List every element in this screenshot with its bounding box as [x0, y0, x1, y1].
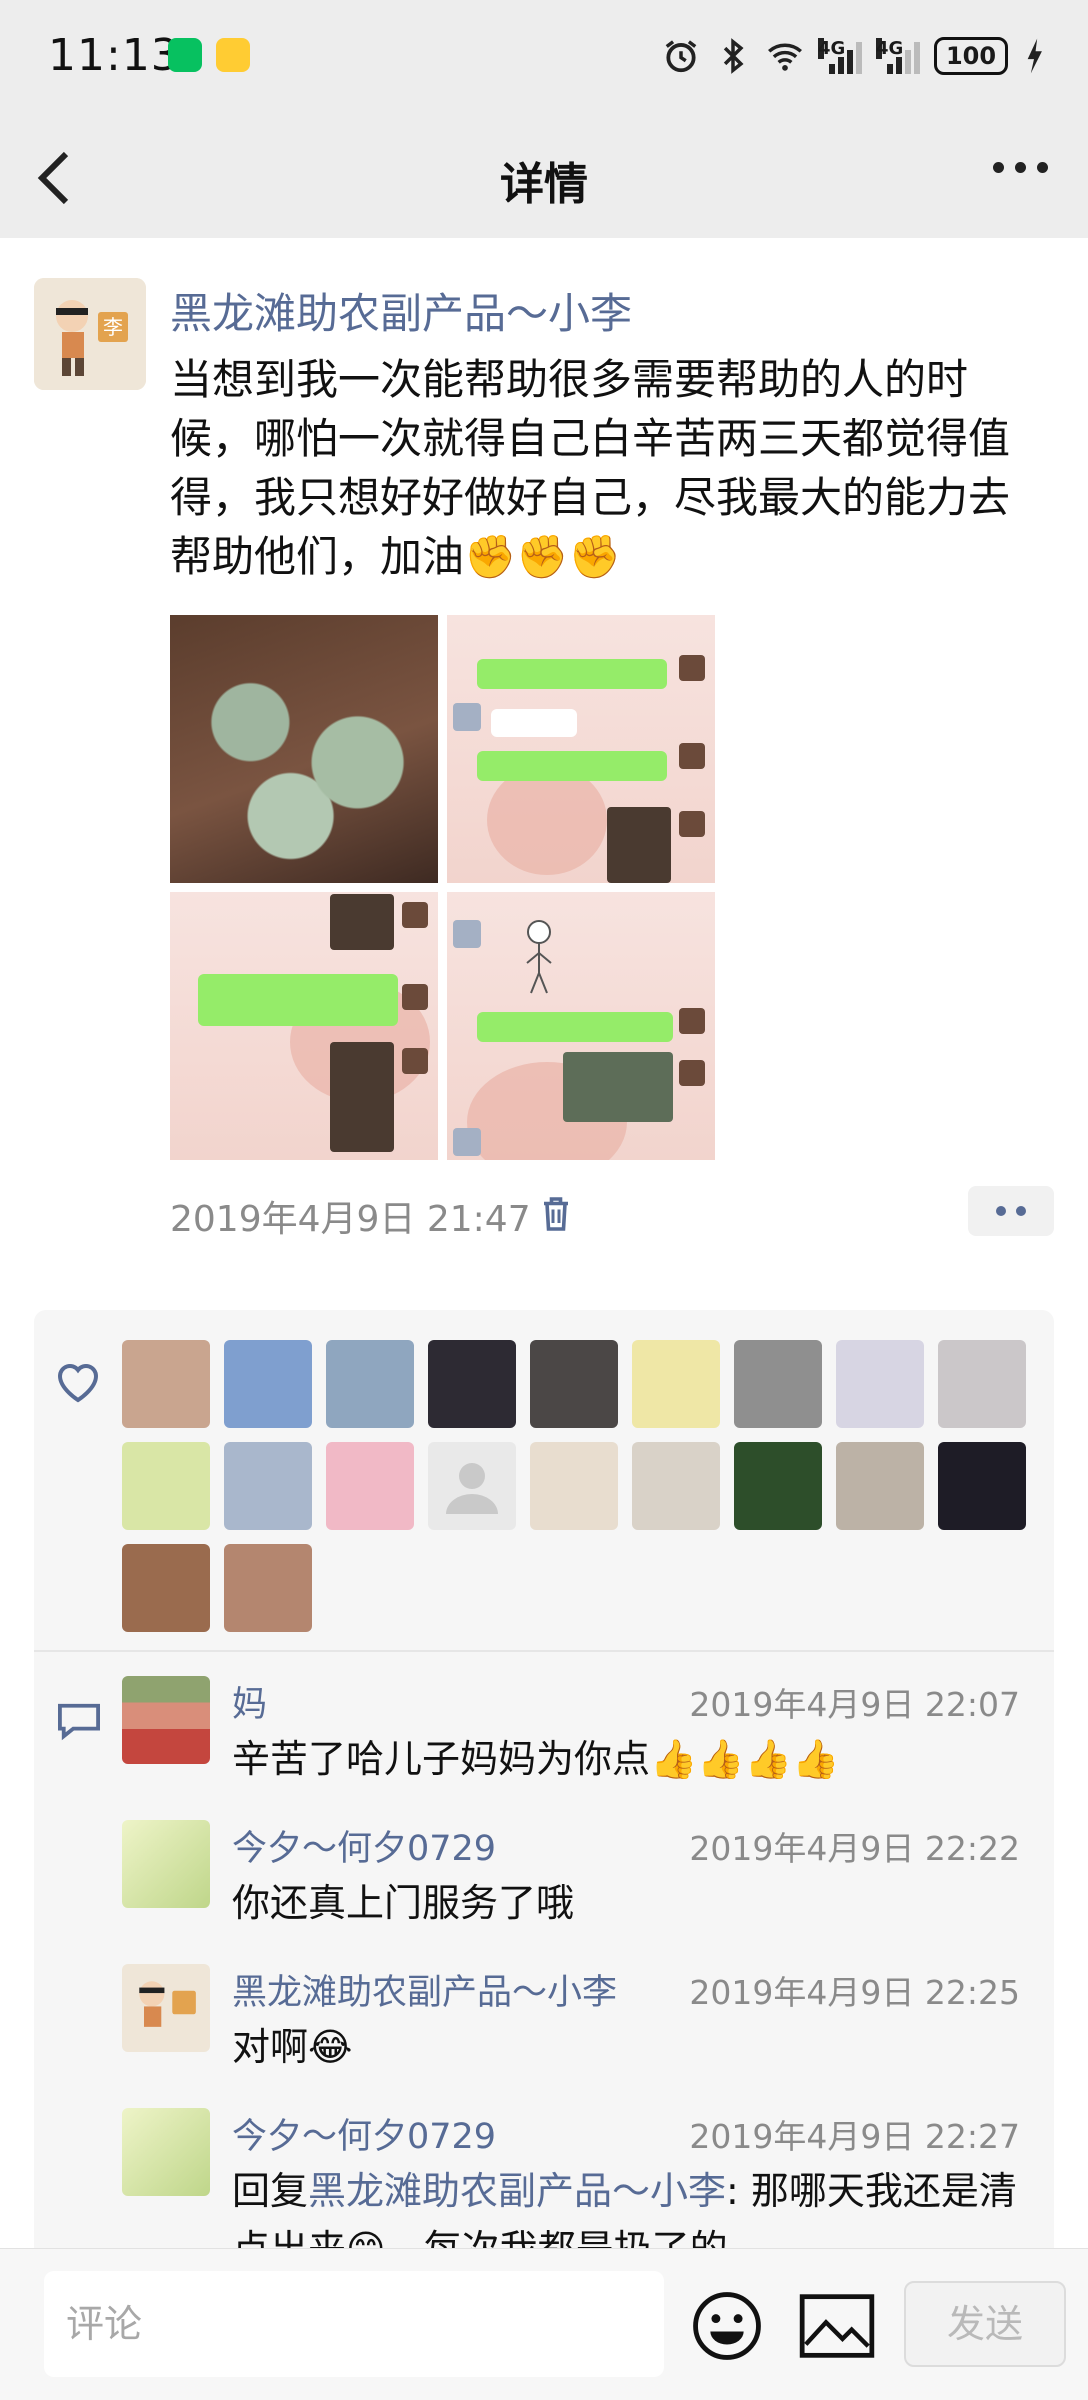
like-avatar[interactable]	[122, 1544, 210, 1632]
wifi-icon	[768, 43, 802, 71]
commenter-avatar[interactable]	[122, 2108, 210, 2196]
post-image-4[interactable]	[447, 892, 715, 1160]
commenter-name[interactable]: 黑龙滩助农副产品～小李	[232, 1964, 617, 2015]
like-avatar[interactable]	[326, 1442, 414, 1530]
trash-icon[interactable]	[540, 1196, 572, 1232]
panel-divider	[34, 1650, 1054, 1652]
weibo-notification-icon	[216, 38, 250, 72]
like-avatar[interactable]	[326, 1340, 414, 1428]
comment-input[interactable]	[44, 2271, 664, 2377]
comment-time: 2019年4月9日 22:27	[689, 2117, 1020, 2156]
commenter-name[interactable]: 今夕～何夕0729	[232, 2108, 496, 2159]
commenter-name[interactable]: 今夕～何夕0729	[232, 1820, 496, 1871]
post-timestamp: 2019年4月9日 21:47	[170, 1199, 531, 1240]
network-type-label-2: 4G	[876, 38, 904, 59]
post-text: 当想到我一次能帮助很多需要帮助的人的时候，哪怕一次就得自己白辛苦两三天都觉得值得…	[170, 355, 1011, 581]
nav-bar: 详情	[0, 118, 1088, 238]
page-title: 详情	[500, 159, 588, 210]
comment-text: 辛苦了哈儿子妈妈为你点👍👍👍👍	[232, 1737, 840, 1781]
post-author-name[interactable]: 黑龙滩助农副产品～小李	[170, 280, 632, 341]
dot-icon	[1016, 1206, 1026, 1216]
comment-item[interactable]: 今夕～何夕0729 2019年4月9日 22:22 你还真上门服务了哦	[122, 1820, 1022, 1925]
image-icon[interactable]	[798, 2293, 876, 2359]
emoji-icon[interactable]	[690, 2289, 764, 2363]
wechat-notification-icon	[168, 38, 202, 72]
post-image-3[interactable]	[170, 892, 438, 1160]
comment-text: 对啊😂	[232, 2025, 353, 2069]
cartoon-boy-avatar-icon	[139, 1981, 196, 2027]
heart-like-icon	[57, 1364, 99, 1403]
like-avatar[interactable]	[734, 1340, 822, 1428]
comment-text: 回复黑龙滩助农副产品～小李: 那哪天我还是清点出来😁，每次我都是扔了的	[232, 2162, 1022, 2248]
comment-time: 2019年4月9日 22:07	[689, 1685, 1020, 1724]
stick-figure-sticker-icon	[526, 920, 552, 994]
svg-text:李: 李	[103, 315, 123, 339]
like-avatar[interactable]	[224, 1442, 312, 1530]
like-avatar[interactable]	[938, 1340, 1026, 1428]
status-bar: 11:13 4G 4G 100	[0, 0, 1088, 118]
like-avatar[interactable]	[428, 1340, 516, 1428]
default-user-icon	[446, 1463, 498, 1514]
battery-indicator: 100	[934, 37, 1008, 75]
charging-icon	[1027, 38, 1042, 74]
comment-time: 2019年4月9日 22:22	[689, 1829, 1020, 1868]
comment-item[interactable]: 黑龙滩助农副产品～小李 2019年4月9日 22:25 对啊😂	[122, 1964, 1022, 2069]
status-time: 11:13	[48, 30, 180, 81]
dot-icon	[993, 162, 1004, 173]
like-avatar[interactable]	[224, 1544, 312, 1632]
like-avatar[interactable]	[632, 1442, 720, 1530]
post-image-grid	[170, 615, 715, 1160]
like-avatar[interactable]	[734, 1442, 822, 1530]
post-actions-button[interactable]	[968, 1186, 1054, 1236]
post-image-2[interactable]	[447, 615, 715, 883]
cellular-signal-icon: 4G	[818, 38, 862, 74]
like-avatar[interactable]	[122, 1340, 210, 1428]
status-icons: 4G 4G 100	[662, 28, 1046, 84]
like-avatar[interactable]	[836, 1340, 924, 1428]
cartoon-boy-avatar-icon: 李	[34, 278, 146, 390]
commenter-avatar[interactable]	[122, 1964, 210, 2052]
comment-time: 2019年4月9日 22:25	[689, 1973, 1020, 2012]
like-avatar[interactable]	[122, 1442, 210, 1530]
like-avatar[interactable]	[632, 1340, 720, 1428]
like-avatar[interactable]	[836, 1442, 924, 1530]
comment-item[interactable]: 妈 2019年4月9日 22:07 辛苦了哈儿子妈妈为你点👍👍👍👍	[122, 1676, 1022, 1781]
comment-text: 你还真上门服务了哦	[232, 1881, 575, 1925]
comment-bubble-icon	[58, 1703, 100, 1741]
reply-prefix: 回复	[232, 2169, 309, 2213]
commenter-avatar[interactable]	[122, 1820, 210, 1908]
dot-icon	[996, 1206, 1006, 1216]
comment-input-bar: 发送	[0, 2248, 1088, 2400]
like-avatar[interactable]	[530, 1442, 618, 1530]
reply-target-name[interactable]: 黑龙滩助农副产品～小李	[308, 2169, 726, 2213]
like-avatar[interactable]	[224, 1340, 312, 1428]
post-image-1[interactable]	[170, 615, 438, 883]
like-avatar[interactable]	[530, 1340, 618, 1428]
alarm-icon	[665, 40, 697, 73]
send-button[interactable]: 发送	[904, 2281, 1066, 2367]
dot-icon	[1037, 162, 1048, 173]
commenter-avatar[interactable]	[122, 1676, 210, 1764]
like-avatar[interactable]	[428, 1442, 516, 1530]
bluetooth-icon	[723, 38, 744, 74]
dot-icon	[1015, 162, 1026, 173]
like-avatar[interactable]	[938, 1442, 1026, 1530]
network-type-label: 4G	[818, 38, 846, 59]
cellular-signal-icon-2: 4G	[876, 38, 920, 74]
post-author-avatar[interactable]: 李	[34, 278, 146, 390]
commenter-name[interactable]: 妈	[232, 1676, 267, 1727]
more-options-button[interactable]	[993, 162, 1048, 173]
comment-item[interactable]: 今夕～何夕0729 2019年4月9日 22:27 回复黑龙滩助农副产品～小李:…	[122, 2108, 1022, 2248]
